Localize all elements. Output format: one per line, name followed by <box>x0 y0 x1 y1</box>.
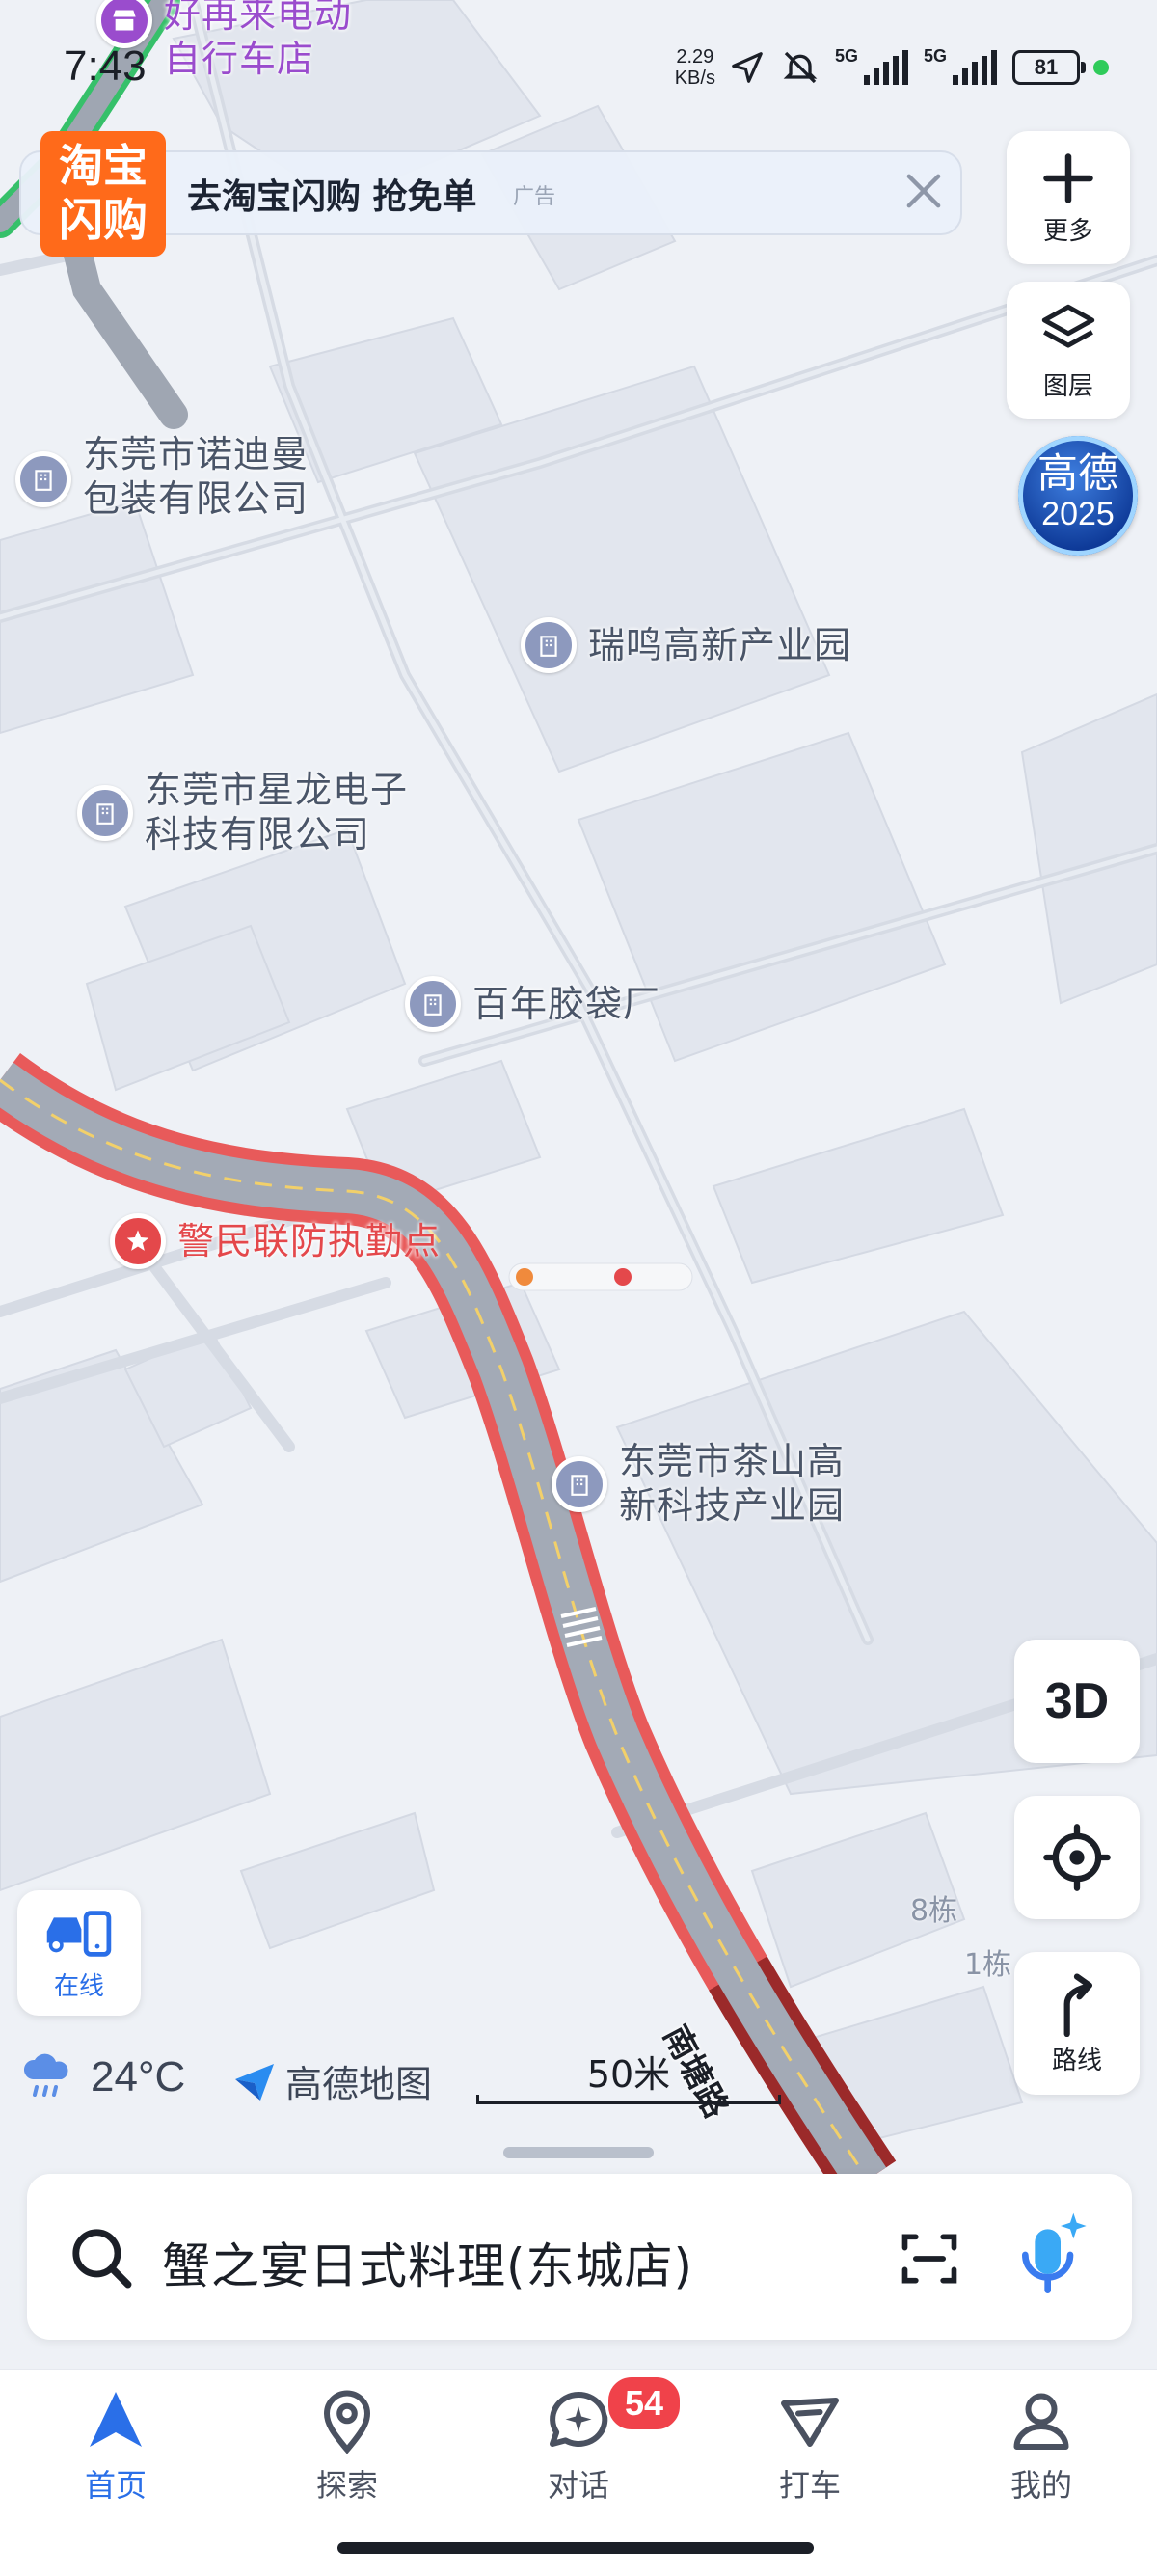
badge-line1: 高德 <box>1036 449 1118 497</box>
police-star-icon <box>110 1213 166 1269</box>
taxi-arrow-icon <box>781 2398 839 2447</box>
scale-label: 50米 <box>586 2053 671 2096</box>
battery-icon: 81 <box>1012 50 1086 85</box>
sim2-label: 5G <box>923 46 947 66</box>
route-fork-icon <box>1063 1972 1093 2037</box>
amap-2025-badge[interactable]: 高德 2025 <box>1018 436 1138 556</box>
poi-label: 百年胶袋厂 <box>472 983 661 1025</box>
crosshair-icon <box>1043 1824 1111 1891</box>
poi-label: 好再来电动 自行车店 <box>164 0 353 80</box>
poi-label: 警民联防执勤点 <box>177 1220 442 1262</box>
route-label: 路线 <box>1051 2046 1102 2075</box>
amap-brand-text: 高德地图 <box>285 2063 433 2105</box>
tab-taxi[interactable]: 打车 <box>733 2386 887 2506</box>
weather-widget[interactable]: 24°C <box>19 2050 185 2104</box>
poi-nuodiman-packaging[interactable]: 东莞市诺迪曼 包装有限公司 <box>15 432 309 521</box>
drawer-handle[interactable] <box>503 2147 654 2158</box>
poi-xinglong-electronics[interactable]: 东莞市星龙电子 科技有限公司 <box>77 768 408 856</box>
temperature: 24°C <box>91 2053 186 2101</box>
search-input[interactable]: 蟹之宴日式料理(东城店) <box>162 2228 693 2297</box>
poi-label: 东莞市星龙电子 科技有限公司 <box>145 769 409 855</box>
badge-line2: 2025 <box>1041 496 1115 532</box>
ad-logo-line1: 淘宝 <box>59 140 148 192</box>
voice-mic-icon[interactable] <box>1012 2209 1090 2301</box>
signal-strength-icon <box>863 50 908 85</box>
ad-tag: 广告 <box>513 185 556 209</box>
tab-profile[interactable]: 我的 <box>964 2386 1118 2506</box>
layers-icon <box>1041 304 1095 348</box>
poi-label: 东莞市诺迪曼 包装有限公司 <box>83 433 309 520</box>
network-speed: 2.29 KB/s <box>675 46 715 89</box>
amap-logo-icon <box>235 2063 274 2101</box>
poi-chashan-tech-park[interactable]: 东莞市茶山高 新科技产业园 <box>552 1439 845 1528</box>
shop-pin-icon <box>96 0 152 48</box>
poi-bike-shop[interactable]: 好再来电动 自行车店 <box>96 0 352 81</box>
network-speed-unit: KB/s <box>674 68 715 89</box>
navigation-arrow-icon <box>90 2392 142 2447</box>
amap-brand: 高德地图 <box>231 2054 432 2107</box>
building-label: 8栋 <box>910 1894 958 1928</box>
route-button[interactable]: 路线 <box>1014 1952 1140 2095</box>
tab-label: 首页 <box>84 2467 147 2504</box>
poi-label: 东莞市茶山高 新科技产业园 <box>619 1440 846 1527</box>
car-phone-icon <box>46 1910 112 1957</box>
plus-icon <box>1043 152 1093 203</box>
tab-label: 对话 <box>547 2467 609 2504</box>
tab-label: 打车 <box>778 2467 841 2504</box>
location-pin-icon <box>323 2390 371 2454</box>
rain-cloud-icon <box>23 2053 68 2097</box>
poi-bainian-bag-factory[interactable]: 百年胶袋厂 <box>405 976 660 1032</box>
scan-icon[interactable] <box>895 2226 964 2291</box>
chat-unread-badge: 54 <box>605 2374 683 2432</box>
chat-bubble-icon <box>550 2391 608 2447</box>
poi-police-post[interactable]: 警民联防执勤点 <box>110 1213 441 1269</box>
taobao-shangou-logo[interactable]: 淘宝 闪购 <box>40 131 166 257</box>
home-indicator[interactable] <box>337 2542 814 2554</box>
mute-bell-icon <box>783 51 818 84</box>
online-ride-button[interactable]: 在线 <box>17 1890 141 2016</box>
sim1-label: 5G <box>834 46 858 66</box>
more-button[interactable]: 更多 <box>1007 131 1130 264</box>
tab-label: 我的 <box>1009 2467 1072 2504</box>
scale-bar <box>476 2095 781 2104</box>
location-arrow-icon <box>732 52 763 83</box>
layers-label: 图层 <box>1042 371 1093 401</box>
tab-explore[interactable]: 探索 <box>270 2386 424 2506</box>
locate-button[interactable] <box>1014 1796 1140 1919</box>
building-pin-icon <box>552 1456 607 1512</box>
search-icon <box>72 2229 132 2289</box>
tab-label: 探索 <box>315 2467 378 2504</box>
ad-text[interactable]: 去淘宝闪购 抢免单 <box>187 169 477 219</box>
poi-label: 瑞鸣高新产业园 <box>588 624 852 666</box>
signal-strength-icon <box>953 50 997 85</box>
close-icon[interactable] <box>899 166 949 216</box>
layers-button[interactable]: 图层 <box>1007 282 1130 419</box>
privacy-indicator-dot <box>1093 60 1109 75</box>
person-icon <box>1013 2393 1069 2450</box>
ad-logo-line2: 闪购 <box>59 194 148 246</box>
tab-home[interactable]: 首页 <box>39 2386 193 2506</box>
building-pin-icon <box>77 785 133 841</box>
3d-mode-button[interactable]: 3D <box>1014 1640 1140 1763</box>
online-label: 在线 <box>53 1971 104 2001</box>
network-speed-value: 2.29 <box>676 46 714 68</box>
building-label: 1栋 <box>964 1948 1012 1982</box>
building-pin-icon <box>405 976 461 1032</box>
building-pin-icon <box>15 451 71 507</box>
status-icons: 2.29 KB/s 5G 5G 81 <box>675 46 1109 89</box>
poi-ruiming-park[interactable]: 瑞鸣高新产业园 <box>521 617 851 673</box>
more-label: 更多 <box>1042 216 1093 246</box>
building-pin-icon <box>521 617 577 673</box>
